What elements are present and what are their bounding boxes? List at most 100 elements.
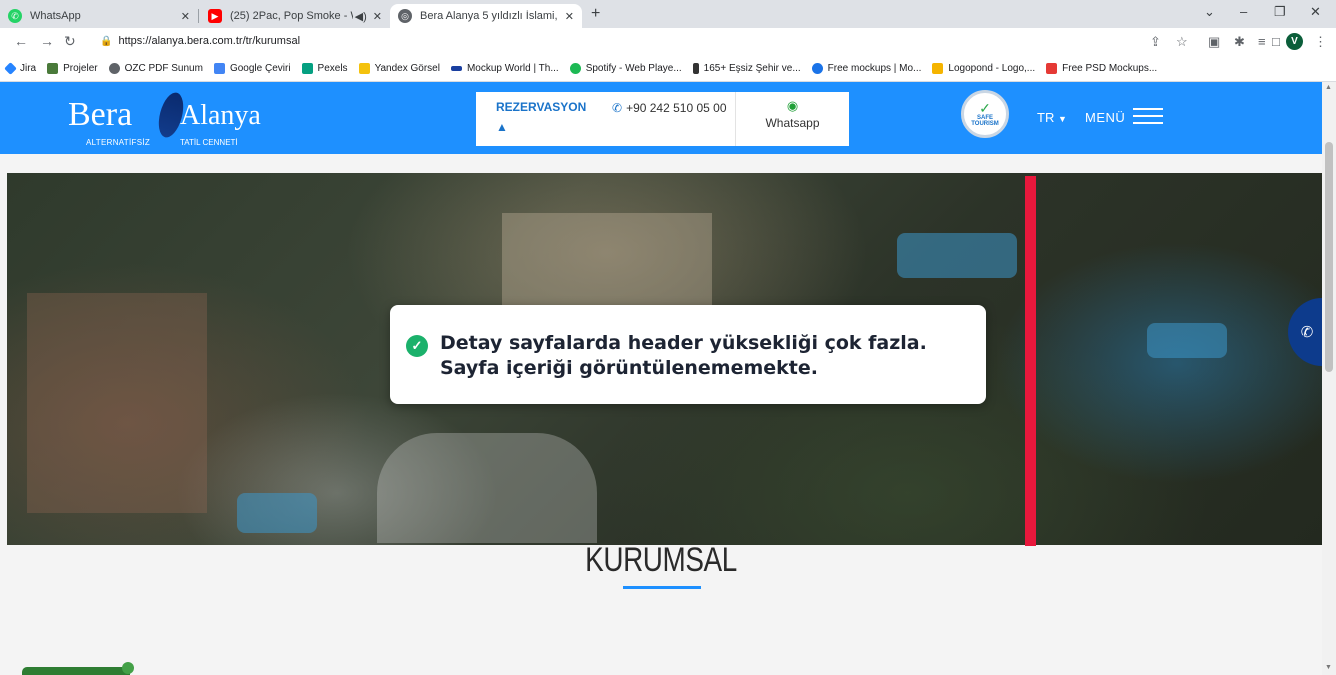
tab-whatsapp[interactable]: ✆ WhatsApp ✕ bbox=[0, 4, 198, 28]
tab-title: WhatsApp bbox=[30, 10, 81, 22]
tab-search-icon[interactable]: ⌄ bbox=[1204, 4, 1215, 20]
online-dot-icon bbox=[122, 662, 134, 674]
media-icon[interactable]: ≡ bbox=[1258, 34, 1266, 49]
globe-icon bbox=[108, 63, 120, 74]
kebab-menu-icon[interactable]: ⋮ bbox=[1314, 34, 1327, 50]
youtube-icon: ▶ bbox=[208, 9, 222, 23]
title-underline bbox=[623, 586, 701, 589]
free-psd-icon bbox=[1046, 63, 1058, 74]
site-header: Bera Alanya ALTERNATİFSİZ TATİL CENNETİ … bbox=[0, 82, 1322, 154]
pool bbox=[897, 233, 1017, 278]
whatsapp-icon: ◉ bbox=[786, 98, 799, 113]
bookmarks-bar: Jira Projeler OZC PDF Sunum Google Çevir… bbox=[0, 56, 1336, 82]
bookmark-yandex[interactable]: Yandex Görsel bbox=[358, 63, 440, 74]
yandex-icon bbox=[358, 63, 370, 74]
close-icon[interactable]: ✕ bbox=[373, 10, 382, 23]
bookmark-google-ceviri[interactable]: Google Çeviri bbox=[213, 63, 291, 74]
page-scrollbar[interactable]: ▲ ▼ bbox=[1322, 82, 1336, 675]
language-label: TR bbox=[1037, 110, 1055, 125]
browser-toolbar: ← → ↻ 🔒 https://alanya.bera.com.tr/tr/kur… bbox=[0, 28, 1336, 56]
share-icon[interactable]: ⇪ bbox=[1150, 34, 1161, 50]
audio-icon[interactable]: ◀) bbox=[355, 10, 367, 23]
restore-button[interactable]: ❐ bbox=[1274, 4, 1286, 20]
scroll-up-icon[interactable]: ▲ bbox=[1325, 84, 1332, 91]
safe-tourism-text: SAFE TOURISM bbox=[971, 115, 999, 127]
bookmark-free-mockups[interactable]: Free mockups | Mo... bbox=[811, 63, 921, 74]
tab-strip: ✆ WhatsApp ✕ ▶ (25) 2Pac, Pop Smoke - Wr… bbox=[0, 0, 1336, 28]
new-tab-button[interactable]: + bbox=[591, 5, 600, 23]
pin-icon bbox=[692, 63, 699, 74]
logo-tagline-right: TATİL CENNETİ bbox=[180, 138, 238, 147]
menu-label[interactable]: MENÜ bbox=[1085, 110, 1125, 125]
phone-icon: ✆ bbox=[612, 101, 623, 115]
logo-tagline-left: ALTERNATİFSİZ bbox=[86, 138, 151, 147]
forward-icon[interactable]: → bbox=[40, 33, 54, 49]
url-text: https://alanya.bera.com.tr/tr/kurumsal bbox=[118, 35, 301, 47]
page-viewport: Bera Alanya ALTERNATİFSİZ TATİL CENNETİ … bbox=[0, 82, 1322, 675]
back-icon[interactable]: ← bbox=[14, 33, 28, 49]
puzzle-icon[interactable]: ✱ bbox=[1234, 34, 1245, 50]
close-icon[interactable]: ✕ bbox=[565, 10, 574, 23]
profile-avatar[interactable]: V bbox=[1286, 33, 1303, 50]
spotify-icon bbox=[569, 63, 581, 74]
phone-ring-icon: ✆ bbox=[1300, 324, 1314, 341]
bookmark-mockup-world[interactable]: Mockup World | Th... bbox=[450, 63, 559, 74]
minimize-button[interactable]: – bbox=[1240, 4, 1247, 19]
reload-icon[interactable]: ↻ bbox=[64, 33, 76, 50]
whatsapp-icon: ✆ bbox=[8, 9, 22, 23]
free-mockups-icon bbox=[811, 63, 823, 74]
logo-alanya: Alanya bbox=[180, 100, 261, 131]
translate-icon bbox=[213, 63, 225, 74]
tab-bera-alanya[interactable]: ◎ Bera Alanya 5 yıldızlı İslami, Muh ✕ bbox=[390, 4, 582, 28]
annotation-line-1: Detay sayfalarda header yüksekliği çok f… bbox=[440, 332, 927, 354]
annotation-marker-line bbox=[1025, 176, 1036, 546]
bookmark-jira[interactable]: Jira bbox=[4, 62, 36, 75]
service-bell-icon: ▲ bbox=[496, 120, 508, 134]
tab-youtube[interactable]: ▶ (25) 2Pac, Pop Smoke - Write ◀) ✕ bbox=[200, 4, 390, 28]
pool bbox=[1147, 323, 1227, 358]
tab-title: (25) 2Pac, Pop Smoke - Write bbox=[230, 10, 353, 22]
hotel-building bbox=[377, 433, 597, 543]
bookmark-ozc-pdf[interactable]: OZC PDF Sunum bbox=[108, 63, 203, 74]
mockup-world-icon bbox=[450, 66, 462, 71]
tab-title: Bera Alanya 5 yıldızlı İslami, Muh bbox=[420, 10, 559, 22]
site-logo[interactable]: Bera Alanya ALTERNATİFSİZ TATİL CENNETİ bbox=[68, 89, 261, 147]
logopond-icon bbox=[932, 63, 944, 74]
phone-link[interactable]: ✆ +90 242 510 05 00 bbox=[592, 92, 735, 146]
globe-icon: ◎ bbox=[398, 9, 412, 23]
bookmark-projeler[interactable]: Projeler bbox=[47, 63, 98, 74]
bookmark-pexels[interactable]: Pexels bbox=[301, 63, 348, 74]
bookmark-star-icon[interactable]: ☆ bbox=[1176, 34, 1188, 50]
hamburger-menu-icon[interactable] bbox=[1133, 108, 1163, 126]
close-window-button[interactable]: ✕ bbox=[1310, 4, 1321, 20]
hotel-building bbox=[27, 293, 207, 513]
browser-chrome: ✆ WhatsApp ✕ ▶ (25) 2Pac, Pop Smoke - Wr… bbox=[0, 0, 1336, 82]
reservation-label: REZERVASYON bbox=[496, 100, 587, 114]
tab-separator bbox=[198, 9, 199, 23]
bookmark-spotify[interactable]: Spotify - Web Playe... bbox=[569, 63, 682, 74]
scrollbar-thumb[interactable] bbox=[1325, 142, 1333, 372]
bookmark-165-sehir[interactable]: 165+ Eşsiz Şehir ve... bbox=[692, 63, 801, 74]
bookmark-logopond[interactable]: Logopond - Logo,... bbox=[932, 63, 1035, 74]
reservation-button[interactable]: REZERVASYON ▲ bbox=[476, 92, 592, 146]
annotation-callout: ✓ Detay sayfalarda header yüksekliği çok… bbox=[390, 305, 986, 404]
whatsapp-link[interactable]: ◉ Whatsapp bbox=[735, 92, 849, 146]
safe-tourism-badge: ✓ SAFE TOURISM bbox=[961, 90, 1009, 138]
extension-icon[interactable]: ▣ bbox=[1208, 34, 1220, 50]
chat-widget-tab[interactable] bbox=[22, 662, 134, 675]
caret-down-icon: ▼ bbox=[1057, 114, 1067, 124]
address-bar[interactable]: 🔒 https://alanya.bera.com.tr/tr/kurumsal bbox=[100, 35, 300, 47]
scroll-down-icon[interactable]: ▼ bbox=[1325, 664, 1332, 671]
reservation-box: REZERVASYON ▲ ✆ +90 242 510 05 00 ◉ Whats… bbox=[476, 92, 849, 146]
bookmark-free-psd[interactable]: Free PSD Mockups... bbox=[1046, 63, 1157, 74]
jira-icon bbox=[4, 62, 17, 75]
pexels-icon bbox=[301, 63, 313, 74]
pool bbox=[237, 493, 317, 533]
annotation-line-2: Sayfa içeriği görüntülenememekte. bbox=[440, 357, 818, 379]
check-icon: ✓ bbox=[979, 100, 991, 116]
language-selector[interactable]: TR ▼ bbox=[1037, 110, 1067, 125]
sidepanel-icon[interactable]: □ bbox=[1272, 34, 1280, 49]
close-icon[interactable]: ✕ bbox=[181, 10, 190, 23]
lock-icon: 🔒 bbox=[100, 36, 113, 47]
image-icon bbox=[47, 63, 59, 74]
